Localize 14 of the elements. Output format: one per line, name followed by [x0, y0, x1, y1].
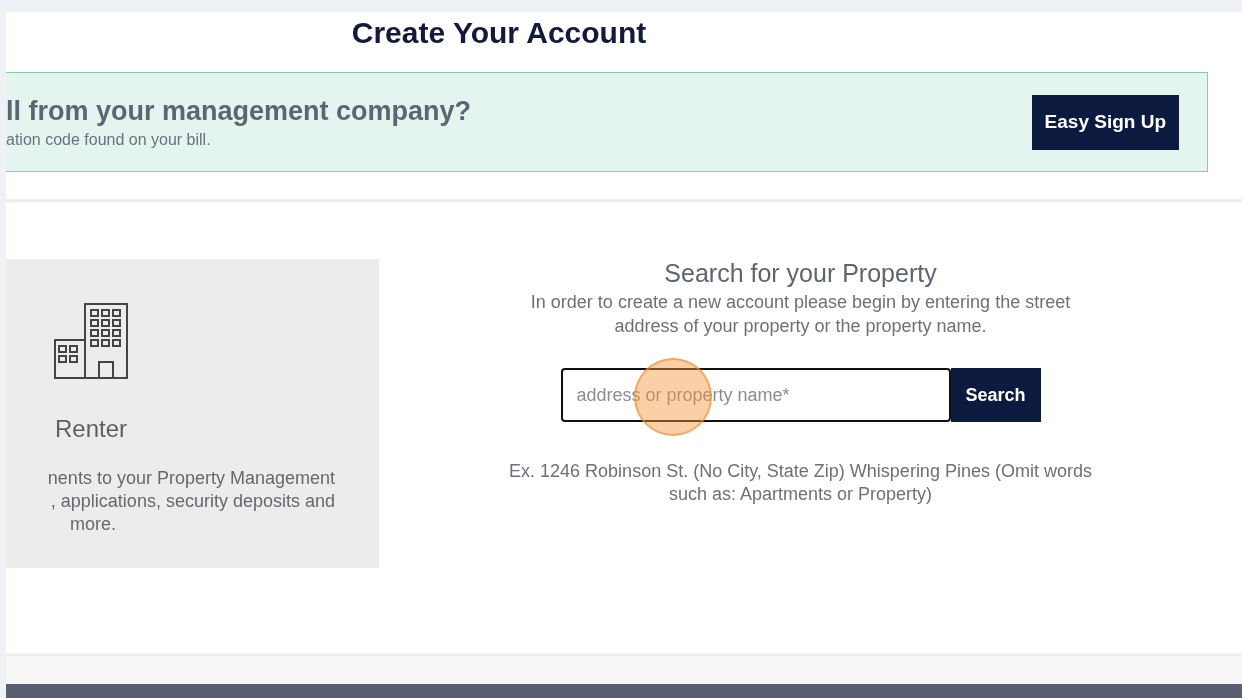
search-button[interactable]: Search — [950, 368, 1041, 422]
banner-heading: ll from your management company? — [6, 95, 472, 127]
renter-description: , applications, security deposits and — [50, 490, 335, 513]
search-title: Search for your Property — [664, 259, 937, 288]
renter-card[interactable]: Renter nents to your Property Management , applications, security deposits and more. — [6, 259, 379, 568]
banner-subtext: ation code found on your bill. — [6, 130, 212, 149]
search-intro: In order to create a new account please begin by entering the street address of your property or the property name. — [529, 291, 1072, 338]
search-example: Ex. 1246 Robinson St. (No City, State Zip) Whispering Pines (Omit words such as: Apartments or Property) — [508, 460, 1093, 506]
page-title: Create Your Account — [351, 16, 647, 51]
renter-description: more. — [70, 513, 116, 536]
building-icon — [54, 303, 128, 379]
easy-sign-up-button[interactable]: Easy Sign Up — [1031, 94, 1179, 150]
renter-description: nents to your Property Management — [47, 467, 335, 490]
renter-title: Renter — [54, 415, 127, 443]
